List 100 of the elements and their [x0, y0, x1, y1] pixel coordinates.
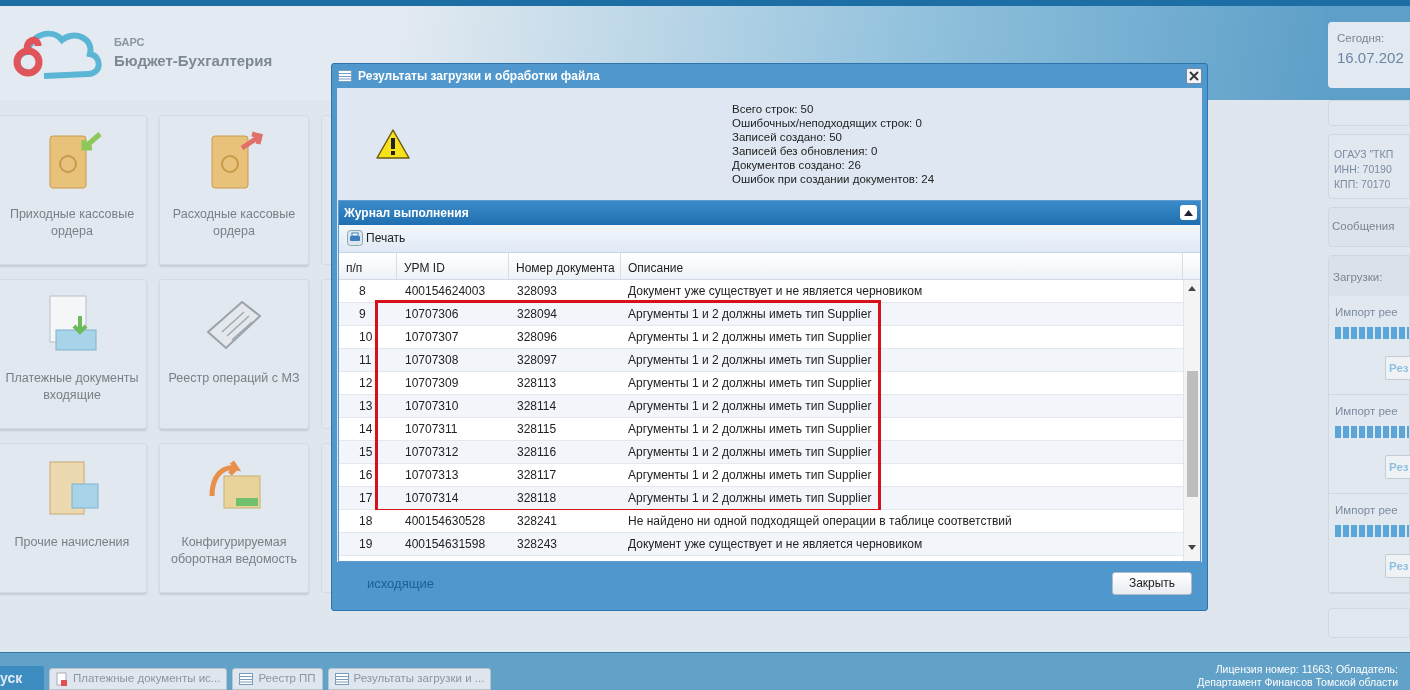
table-cell-text: 10707307	[404, 328, 460, 346]
table-cell-text: 328094	[516, 305, 559, 323]
date-text: 16.07.202	[1337, 48, 1405, 69]
summary-line: Ошибочных/неподходящих строк: 0	[732, 115, 923, 130]
dialog-title: Результаты загрузки и обработки файла	[358, 67, 601, 85]
row-number: 14	[358, 420, 374, 438]
menu-tile[interactable]: Расходные кассовые ордера	[159, 115, 309, 265]
start-button[interactable]: уск	[0, 666, 44, 690]
row-number: 11	[358, 351, 373, 369]
scrollbar[interactable]	[1183, 279, 1200, 561]
download-name: Импорт рее	[1335, 503, 1399, 518]
summary-line: Ошибок при создании документов: 24	[732, 171, 935, 186]
table-cell-text: 328116	[516, 443, 558, 461]
document-icon	[56, 672, 68, 686]
download-name: Импорт рее	[1335, 404, 1399, 419]
taskbar-item[interactable]: Реестр ПП	[232, 668, 323, 690]
table-cell-text: 400154624003	[404, 282, 487, 300]
table-cell-text: 10707310	[404, 397, 460, 415]
triangle-icon	[1184, 209, 1193, 216]
table-cell-text: Аргументы 1 и 2 должны иметь тип Supplier	[627, 305, 873, 323]
table-cell-text: 328118	[516, 489, 558, 507]
row-number: 13	[358, 397, 374, 415]
scroll-down-icon[interactable]	[1188, 544, 1196, 550]
journal-title: Журнал выполнения	[344, 204, 470, 222]
table-cell-text: Документ уже существует и не является черновиком	[627, 535, 924, 553]
license-info: Департамент Финансов Томской области	[1197, 676, 1398, 689]
collapse-button[interactable]	[1180, 205, 1197, 221]
background-tile-label: исходящие	[367, 574, 434, 593]
table-cell-text: 328117	[516, 466, 558, 484]
today-label: Сегодня:	[1337, 31, 1386, 46]
table-icon	[239, 673, 254, 685]
table-cell-text: Аргументы 1 и 2 должны иметь тип Supplier	[627, 351, 873, 369]
table-cell-text: Аргументы 1 и 2 должны иметь тип Supplier	[627, 466, 873, 484]
table-cell-text: 10707311	[404, 420, 459, 438]
window-close-button[interactable]	[1186, 67, 1202, 84]
table-cell-text: 328113	[516, 374, 558, 392]
table-cell-text: 400154630528	[404, 512, 487, 530]
summary-line: Всего строк: 50	[732, 101, 815, 116]
table-cell-text: 328114	[516, 397, 558, 415]
row-number: 17	[358, 489, 374, 507]
row-number: 9	[358, 305, 367, 323]
table-cell-text: 10707314	[404, 489, 460, 507]
organization-info: КПП: 70170	[1334, 177, 1392, 192]
table-cell-text: Аргументы 1 и 2 должны иметь тип Supplier	[627, 374, 873, 392]
result-button[interactable]: Рез	[1385, 356, 1410, 381]
logo-subtitle: БАРС	[114, 34, 146, 50]
table-cell-text: 400154631598	[404, 535, 487, 553]
print-button[interactable]: Печать	[347, 229, 406, 248]
row-number: 15	[358, 443, 374, 461]
column-header[interactable]: Описание	[621, 252, 1183, 279]
menu-tile[interactable]: Реестр операций с МЗ	[159, 279, 309, 429]
table-cell-text: 328243	[516, 535, 559, 553]
menu-tile[interactable]: Приходные кассовые ордера	[0, 115, 147, 265]
downloads-title: Загрузки:	[1329, 256, 1409, 296]
column-header[interactable]: п/п	[339, 252, 397, 279]
table-cell-text: Аргументы 1 и 2 должны иметь тип Supplier	[627, 489, 873, 507]
table-cell-text: Аргументы 1 и 2 должны иметь тип Supplier	[627, 328, 873, 346]
table-cell-text: 10707309	[404, 374, 460, 392]
table-cell-text: Аргументы 1 и 2 должны иметь тип Supplier	[627, 420, 873, 438]
summary-line: Записей без обновления: 0	[732, 143, 879, 158]
organization-info: ОГАУЗ "ТКП	[1334, 147, 1395, 162]
menu-tile[interactable]: Платежные документы входящие	[0, 279, 147, 429]
taskbar-item[interactable]: Результаты загрузки и ...	[327, 668, 492, 690]
row-number: 12	[358, 374, 374, 392]
table-cell-text: 10707313	[404, 466, 460, 484]
organization-info: ИНН: 70190	[1334, 162, 1393, 177]
table-cell-text: 328241	[516, 512, 559, 530]
result-button[interactable]: Рез	[1385, 554, 1410, 579]
summary-line: Документов создано: 26	[732, 157, 862, 172]
close-icon	[1189, 70, 1199, 81]
table-cell-text: 10707308	[404, 351, 460, 369]
menu-tile[interactable]: Конфигурируемая оборотная ведомость	[159, 443, 309, 593]
table-cell-text: Аргументы 1 и 2 должны иметь тип Supplier	[627, 397, 873, 415]
table-cell-text: 328097	[516, 351, 559, 369]
column-header[interactable]: УРМ ID	[397, 252, 509, 279]
scroll-up-icon[interactable]	[1188, 285, 1196, 291]
scroll-thumb[interactable]	[1186, 370, 1198, 497]
taskbar-item[interactable]: Платежные документы ис...	[49, 668, 228, 690]
row-number: 8	[358, 282, 367, 300]
table-cell-text: Документ уже существует и не является черновиком	[627, 282, 924, 300]
printer-icon	[347, 230, 363, 247]
table-cell-text: Аргументы 1 и 2 должны иметь тип Supplier	[627, 443, 873, 461]
warning-icon	[375, 127, 411, 160]
license-info: Лицензия номер: 11663; Обладатель:	[1215, 663, 1398, 676]
table-cell-text: 328115	[516, 420, 558, 438]
result-button[interactable]: Рез	[1385, 455, 1410, 480]
logo-title: Бюджет-Бухгалтерия	[114, 51, 273, 71]
column-header[interactable]: Номер документа	[509, 252, 621, 279]
table-cell-text: 328096	[516, 328, 559, 346]
table-icon	[334, 673, 349, 685]
menu-tile[interactable]: Прочие начисления	[0, 443, 147, 593]
table-cell-text: 10707312	[404, 443, 460, 461]
table-cell-text: 10707306	[404, 305, 460, 323]
row-number: 19	[358, 535, 374, 553]
row-number: 10	[358, 328, 374, 346]
table-cell-text: 328093	[516, 282, 559, 300]
messages-panel[interactable]: Сообщения	[1328, 207, 1410, 247]
row-number: 16	[358, 466, 374, 484]
close-button[interactable]: Закрыть	[1112, 571, 1192, 595]
download-name: Импорт рее	[1335, 305, 1399, 320]
